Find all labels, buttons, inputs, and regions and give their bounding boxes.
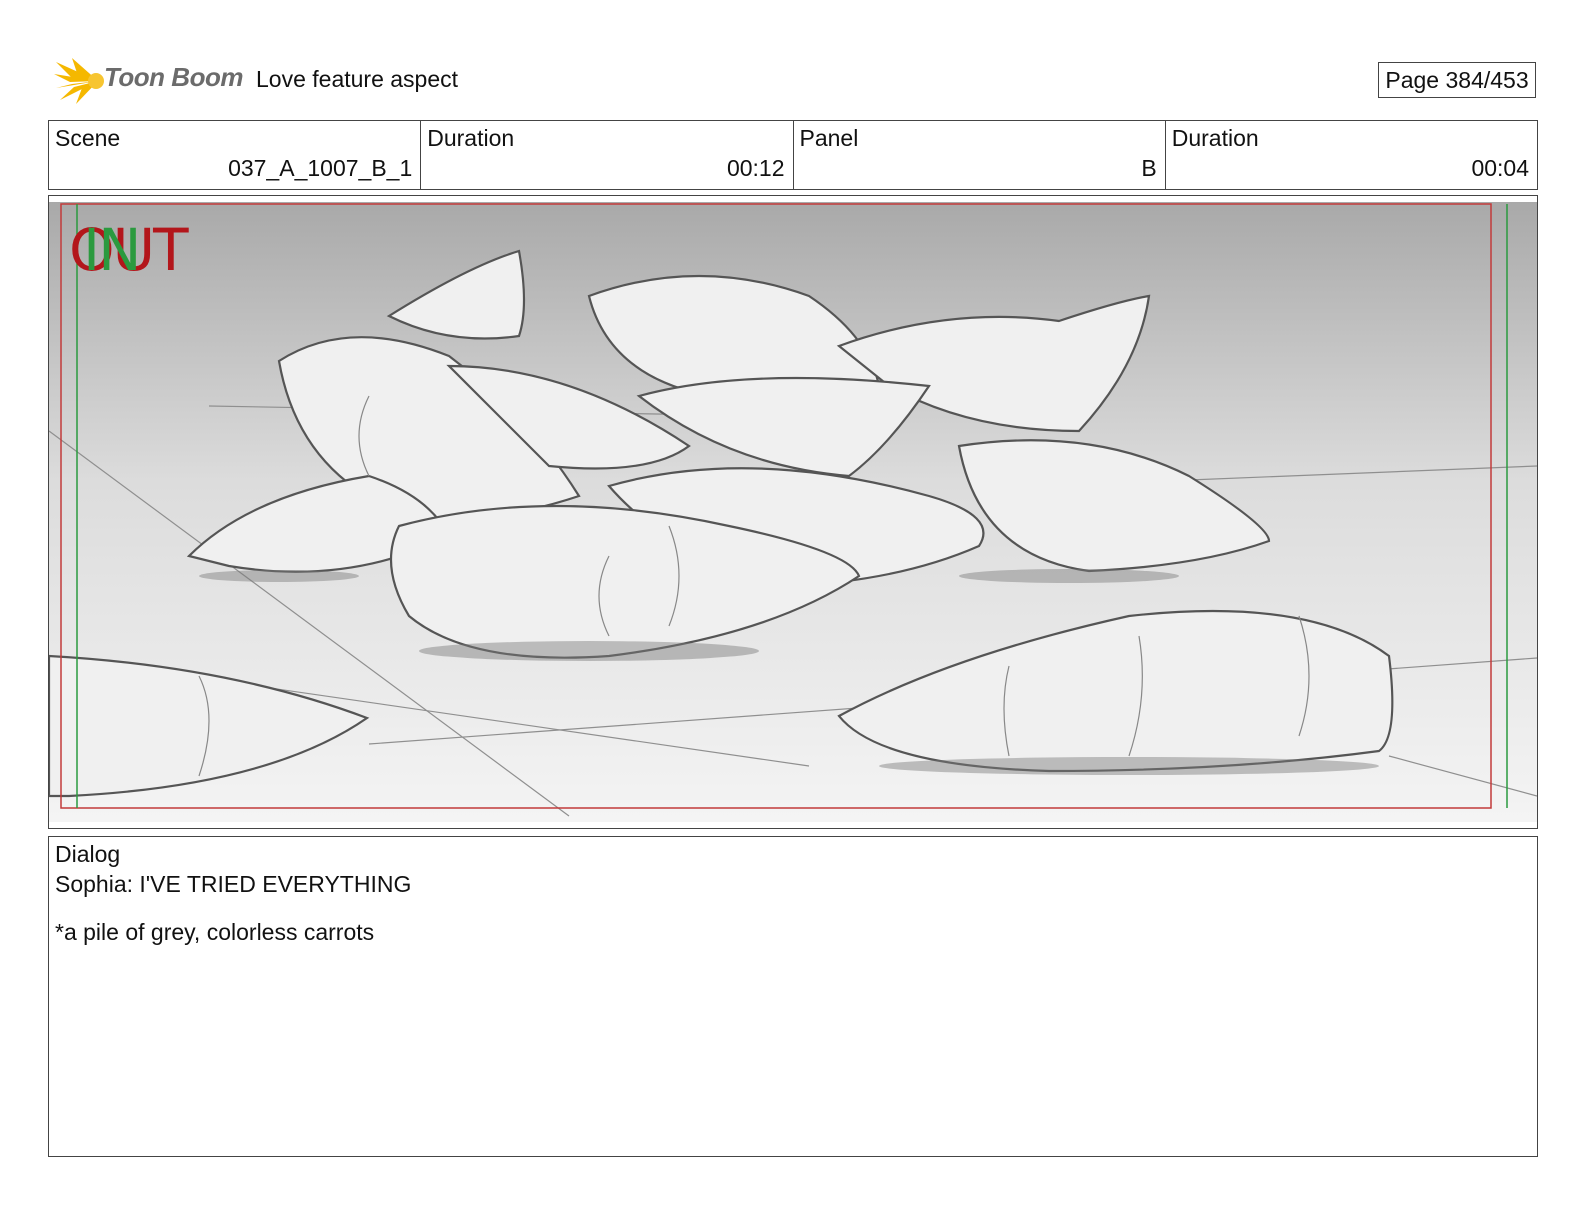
panel-cell: Panel B: [794, 121, 1166, 189]
scene-duration-label: Duration: [427, 125, 515, 151]
panel-duration-label: Duration: [1171, 125, 1259, 151]
panel-duration-cell: Duration 00:04: [1166, 121, 1537, 189]
scene-info-table: Scene 037_A_1007_B_1 Duration 00:12 Pane…: [48, 120, 1538, 190]
dialog-box: Dialog Sophia: I'VE TRIED EVERYTHING *a …: [48, 836, 1538, 1157]
panel-drawing: [49, 202, 1537, 822]
logo-text: Toon Boom: [104, 62, 243, 92]
scene-label: Scene: [55, 125, 121, 151]
page-number: Page 384/453: [1378, 62, 1536, 98]
in-marker: IN: [83, 216, 141, 284]
dialog-note: *a pile of grey, colorless carrots: [55, 919, 375, 945]
panel-value: B: [1141, 155, 1157, 181]
scene-duration-cell: Duration 00:12: [421, 121, 794, 189]
panel-label: Panel: [799, 125, 859, 151]
storyboard-panel: OUT IN: [48, 195, 1538, 829]
document-title: Love feature aspect: [256, 66, 459, 92]
scene-duration-value: 00:12: [726, 155, 785, 181]
scene-value: 037_A_1007_B_1: [228, 155, 413, 181]
dialog-label: Dialog: [55, 841, 121, 867]
logo-burst-icon: [54, 58, 104, 104]
dialog-line: Sophia: I'VE TRIED EVERYTHING: [55, 871, 412, 897]
panel-duration-value: 00:04: [1471, 155, 1529, 181]
scene-cell: Scene 037_A_1007_B_1: [49, 121, 422, 189]
